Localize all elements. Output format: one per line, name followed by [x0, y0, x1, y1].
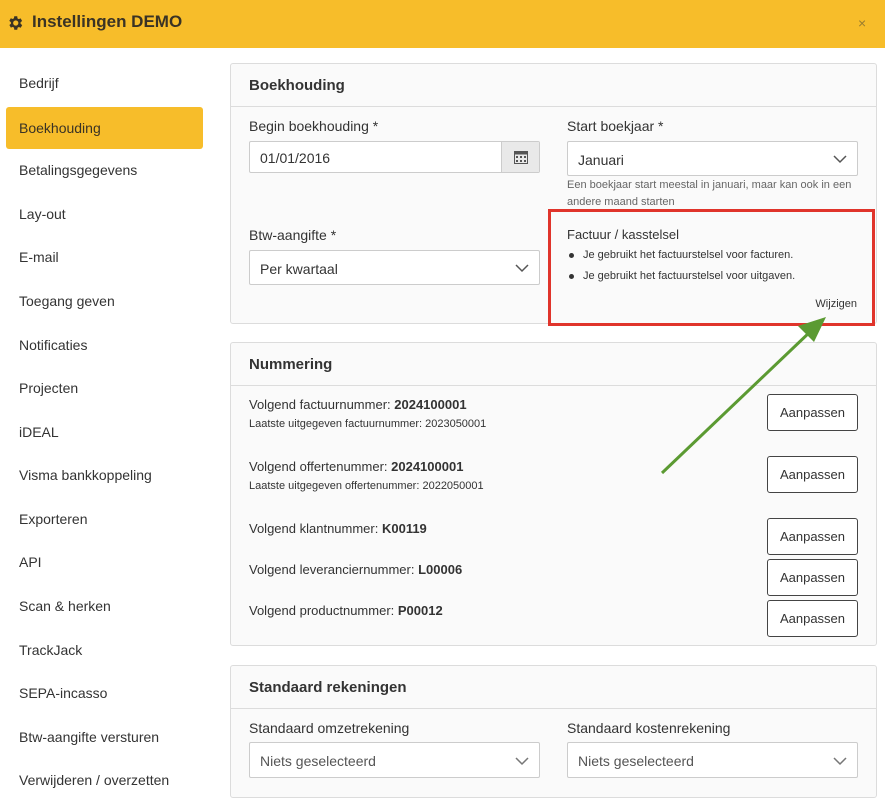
sidebar-item-api[interactable]: API: [6, 541, 203, 583]
wijzigen-link[interactable]: Wijzigen: [815, 298, 857, 310]
close-icon[interactable]: ×: [858, 15, 866, 31]
btw-aangifte-select[interactable]: Per kwartaal: [249, 250, 540, 285]
omzetrekening-select[interactable]: Niets geselecteerd: [249, 742, 540, 778]
sidebar-item-btw-aangifte-versturen[interactable]: Btw-aangifte versturen: [6, 716, 203, 758]
start-boekjaar-select[interactable]: Januari: [567, 141, 858, 176]
list-item: Je gebruikt het factuurstelsel voor uitg…: [567, 270, 795, 291]
row-main: Volgend productnummer: P00012: [249, 603, 443, 618]
panel-title: Standaard rekeningen: [249, 679, 407, 696]
row-main: Volgend factuurnummer: 2024100001: [249, 397, 486, 412]
chevron-down-icon: [833, 757, 847, 766]
row-label: Volgend klantnummer:: [249, 521, 382, 536]
offertenummer-row: Volgend offertenummer: 2024100001 Laatst…: [249, 459, 484, 492]
leveranciernummer-row: Volgend leveranciernummer: L00006: [249, 562, 462, 577]
select-value: Per kwartaal: [260, 261, 338, 277]
sidebar-item-projecten[interactable]: Projecten: [6, 367, 203, 409]
calendar-button[interactable]: [501, 142, 539, 172]
omzetrekening-label: Standaard omzetrekening: [249, 720, 410, 736]
sidebar-item-verwijderen-overzetten[interactable]: Verwijderen / overzetten: [6, 759, 203, 801]
list-item: Je gebruikt het factuurstelsel voor fact…: [567, 249, 795, 270]
window-title: Instellingen DEMO: [32, 12, 183, 31]
select-value: Januari: [578, 152, 624, 168]
kasstelsel-highlight-box: Factuur / kasstelsel Je gebruikt het fac…: [548, 209, 875, 326]
kostenrekening-label: Standaard kostenrekening: [567, 720, 731, 736]
row-main: Volgend offertenummer: 2024100001: [249, 459, 484, 474]
sidebar-item-ideal[interactable]: iDEAL: [6, 411, 203, 453]
chevron-down-icon: [833, 155, 847, 164]
row-sub: Laatste uitgegeven factuurnummer: 202305…: [249, 418, 487, 430]
row-value: K00119: [381, 521, 427, 536]
divider: [231, 385, 876, 386]
sidebar-item-exporteren[interactable]: Exporteren: [6, 498, 203, 540]
start-boekjaar-help: Een boekjaar start meestal in januari, m…: [567, 179, 852, 208]
row-main: Volgend leveranciernummer: L00006: [249, 562, 462, 577]
kasstelsel-list: Je gebruikt het factuurstelsel voor fact…: [567, 249, 795, 291]
aanpassen-leveranciernummer-button[interactable]: Aanpassen: [767, 559, 858, 596]
divider: [231, 708, 876, 709]
select-placeholder: Niets geselecteerd: [260, 753, 376, 769]
btw-aangifte-label: Btw-aangifte *: [249, 227, 337, 243]
select-placeholder: Niets geselecteerd: [578, 753, 694, 769]
begin-boekhouding-label: Begin boekhouding *: [249, 118, 379, 134]
sidebar-item-toegang-geven[interactable]: Toegang geven: [6, 280, 203, 322]
row-value: L00006: [418, 562, 463, 577]
calendar-icon: [514, 151, 528, 164]
row-label: Volgend leveranciernummer:: [249, 562, 419, 577]
sidebar-item-scan-herken[interactable]: Scan & herken: [6, 585, 203, 627]
row-sub: Laatste uitgegeven offertenummer: 202205…: [249, 480, 484, 492]
sidebar-item-lay-out[interactable]: Lay-out: [6, 193, 203, 235]
sidebar-item-notificaties[interactable]: Notificaties: [6, 324, 203, 366]
sidebar-item-boekhouding[interactable]: Boekhouding: [6, 107, 203, 149]
divider: [231, 106, 876, 107]
row-value: 2024100001: [394, 397, 467, 412]
sidebar-item-e-mail[interactable]: E-mail: [6, 236, 203, 278]
aanpassen-klantnummer-button[interactable]: Aanpassen: [767, 518, 858, 555]
chevron-down-icon: [515, 264, 529, 273]
row-value: P00012: [397, 603, 443, 618]
title-bar: Instellingen DEMO ×: [0, 0, 885, 48]
productnummer-row: Volgend productnummer: P00012: [249, 603, 443, 618]
row-value: 2024100001: [391, 459, 464, 474]
panel-title: Nummering: [249, 356, 333, 373]
aanpassen-factuurnummer-button[interactable]: Aanpassen: [767, 394, 858, 431]
kasstelsel-title: Factuur / kasstelsel: [567, 227, 679, 242]
sidebar-item-betalingsgegevens[interactable]: Betalingsgegevens: [6, 149, 203, 191]
sidebar-item-visma-bankkoppeling[interactable]: Visma bankkoppeling: [6, 454, 203, 496]
gear-icon: [9, 16, 23, 30]
date-value: 01/01/2016: [260, 150, 331, 166]
sidebar-item-sepa-incasso[interactable]: SEPA-incasso: [6, 672, 203, 714]
row-main: Volgend klantnummer: K00119: [249, 521, 427, 536]
row-label: Volgend productnummer:: [249, 603, 398, 618]
chevron-down-icon: [515, 757, 529, 766]
sidebar-item-trackjack[interactable]: TrackJack: [6, 629, 203, 671]
klantnummer-row: Volgend klantnummer: K00119: [249, 521, 427, 536]
sidebar-item-bedrijf[interactable]: Bedrijf: [6, 62, 203, 104]
panel-title: Boekhouding: [249, 77, 345, 94]
aanpassen-productnummer-button[interactable]: Aanpassen: [767, 600, 858, 637]
factuurnummer-row: Volgend factuurnummer: 2024100001 Laatst…: [249, 397, 486, 430]
row-label: Volgend offertenummer:: [249, 459, 392, 474]
begin-boekhouding-date-input[interactable]: 01/01/2016: [249, 141, 540, 173]
kostenrekening-select[interactable]: Niets geselecteerd: [567, 742, 858, 778]
start-boekjaar-label: Start boekjaar *: [567, 118, 664, 134]
aanpassen-offertenummer-button[interactable]: Aanpassen: [767, 456, 858, 493]
row-label: Volgend factuurnummer:: [249, 397, 395, 412]
